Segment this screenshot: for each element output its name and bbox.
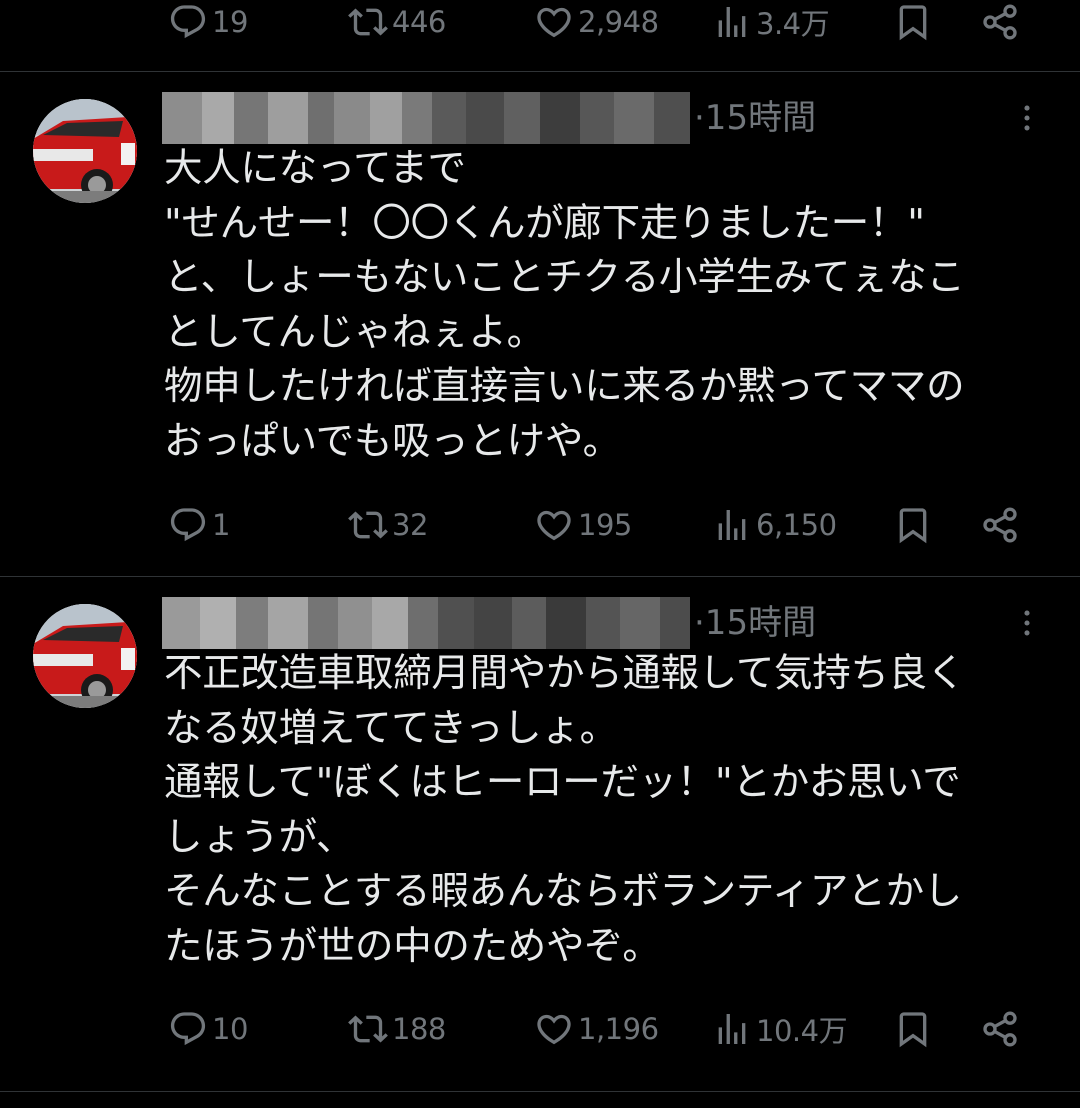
tweet-text-line: しょうが、 bbox=[164, 814, 355, 860]
reply-icon bbox=[170, 1012, 206, 1046]
timeline-feed: 19 446 2,948 3.4万 ·15時間 大人になってまで "せんせー！〇… bbox=[0, 0, 1080, 1108]
view-count: 6,150 bbox=[756, 508, 837, 542]
reply-button[interactable]: 10 bbox=[168, 1001, 248, 1057]
views-button[interactable]: 6,150 bbox=[712, 497, 837, 553]
tweet-text: 大人になってまで "せんせー！〇〇くんが廊下走りましたー！" と、しょーもないこ… bbox=[164, 142, 1054, 469]
view-count: 3.4万 bbox=[756, 7, 830, 41]
tweet-text-line: なる奴増えててきっしょ。 bbox=[164, 705, 618, 751]
author-name-blurred[interactable] bbox=[162, 597, 690, 649]
retweet-icon bbox=[348, 8, 388, 36]
reply-count: 10 bbox=[212, 1012, 248, 1046]
reply-button[interactable]: 19 bbox=[168, 0, 248, 50]
views-icon bbox=[718, 7, 746, 37]
heart-icon bbox=[537, 7, 571, 38]
share-icon bbox=[983, 4, 1017, 40]
retweet-icon bbox=[348, 511, 388, 539]
reply-count: 1 bbox=[212, 508, 230, 542]
like-button[interactable]: 2,948 bbox=[534, 0, 659, 50]
share-icon bbox=[983, 1011, 1017, 1047]
like-button[interactable]: 195 bbox=[534, 497, 632, 553]
reply-button[interactable]: 1 bbox=[168, 497, 230, 553]
views-icon bbox=[718, 1014, 746, 1044]
tweet-text-line: としてんじゃねぇよ。 bbox=[164, 309, 545, 355]
author-name-blurred[interactable] bbox=[162, 92, 690, 144]
share-icon bbox=[983, 507, 1017, 543]
share-button[interactable] bbox=[980, 1001, 1020, 1057]
retweet-button[interactable]: 188 bbox=[348, 1001, 446, 1057]
bookmark-button[interactable] bbox=[893, 497, 933, 553]
tweet-text-line: おっぱいでも吸っとけや。 bbox=[164, 418, 621, 464]
tweet-timestamp[interactable]: ·15時間 bbox=[694, 90, 816, 139]
tweet-text-line: 大人になってまで bbox=[164, 146, 466, 191]
bookmark-icon bbox=[899, 1012, 927, 1048]
tweet-text-line: そんなことする暇あんならボランティアとかし bbox=[164, 869, 962, 914]
tweet-text-line: と、しょーもないことチクる小学生みてぇなこ bbox=[164, 255, 965, 300]
tweet-action-bar: 1 32 195 6,150 bbox=[0, 497, 1080, 553]
tweet-text-line: たほうが世の中のためやぞ。 bbox=[164, 923, 661, 969]
bookmark-icon bbox=[899, 508, 927, 544]
reply-count: 19 bbox=[212, 5, 248, 39]
retweet-count: 32 bbox=[392, 508, 428, 542]
avatar[interactable] bbox=[33, 99, 137, 203]
tweet[interactable]: ·15時間 不正改造車取締月間やから通報して気持ち良く なる奴増えててきっしょ。… bbox=[0, 577, 1080, 1089]
bookmark-button[interactable] bbox=[893, 1001, 933, 1057]
heart-icon bbox=[537, 510, 571, 541]
share-button[interactable] bbox=[980, 0, 1020, 50]
more-icon bbox=[1024, 610, 1030, 636]
avatar[interactable] bbox=[33, 604, 137, 708]
reply-icon bbox=[170, 5, 206, 39]
tweet[interactable]: ·15時間 大人になってまで "せんせー！〇〇くんが廊下走りましたー！" と、し… bbox=[0, 72, 1080, 576]
avatar-car-image bbox=[33, 604, 137, 708]
bookmark-button[interactable] bbox=[893, 0, 933, 50]
like-count: 195 bbox=[578, 508, 632, 542]
bookmark-icon bbox=[899, 5, 927, 41]
retweet-button[interactable]: 446 bbox=[348, 0, 446, 50]
tweet-text-line: 物申したければ直接言いに来るか黙ってママの bbox=[164, 364, 965, 409]
retweet-button[interactable]: 32 bbox=[348, 497, 428, 553]
reply-icon bbox=[170, 508, 206, 542]
avatar-car-image bbox=[33, 99, 137, 203]
retweet-count: 446 bbox=[392, 5, 446, 39]
views-button[interactable]: 3.4万 bbox=[712, 0, 830, 50]
like-button[interactable]: 1,196 bbox=[534, 1001, 659, 1057]
tweet-text-line: 不正改造車取締月間やから通報して気持ち良く bbox=[164, 651, 966, 696]
like-count: 2,948 bbox=[578, 5, 659, 39]
tweet-text: 不正改造車取締月間やから通報して気持ち良く なる奴増えててきっしょ。 通報して"… bbox=[164, 647, 1054, 974]
previous-tweet-action-bar: 19 446 2,948 3.4万 bbox=[0, 0, 1080, 50]
separator bbox=[0, 1091, 1080, 1092]
views-button[interactable]: 10.4万 bbox=[712, 1001, 848, 1057]
tweet-text-line: "せんせー！〇〇くんが廊下走りましたー！" bbox=[164, 200, 925, 246]
tweet-text-line: 通報して"ぼくはヒーローだッ！"とかお思いで bbox=[164, 760, 961, 805]
view-count: 10.4万 bbox=[756, 1014, 848, 1048]
share-button[interactable] bbox=[980, 497, 1020, 553]
tweet-action-bar: 10 188 1,196 10.4万 bbox=[0, 1001, 1080, 1057]
more-options-button[interactable] bbox=[1010, 98, 1044, 138]
retweet-icon bbox=[348, 1015, 388, 1043]
more-options-button[interactable] bbox=[1010, 603, 1044, 643]
tweet-timestamp[interactable]: ·15時間 bbox=[694, 595, 816, 644]
more-icon bbox=[1024, 105, 1030, 131]
views-icon bbox=[718, 510, 746, 540]
retweet-count: 188 bbox=[392, 1012, 446, 1046]
heart-icon bbox=[537, 1014, 571, 1045]
like-count: 1,196 bbox=[578, 1012, 659, 1046]
